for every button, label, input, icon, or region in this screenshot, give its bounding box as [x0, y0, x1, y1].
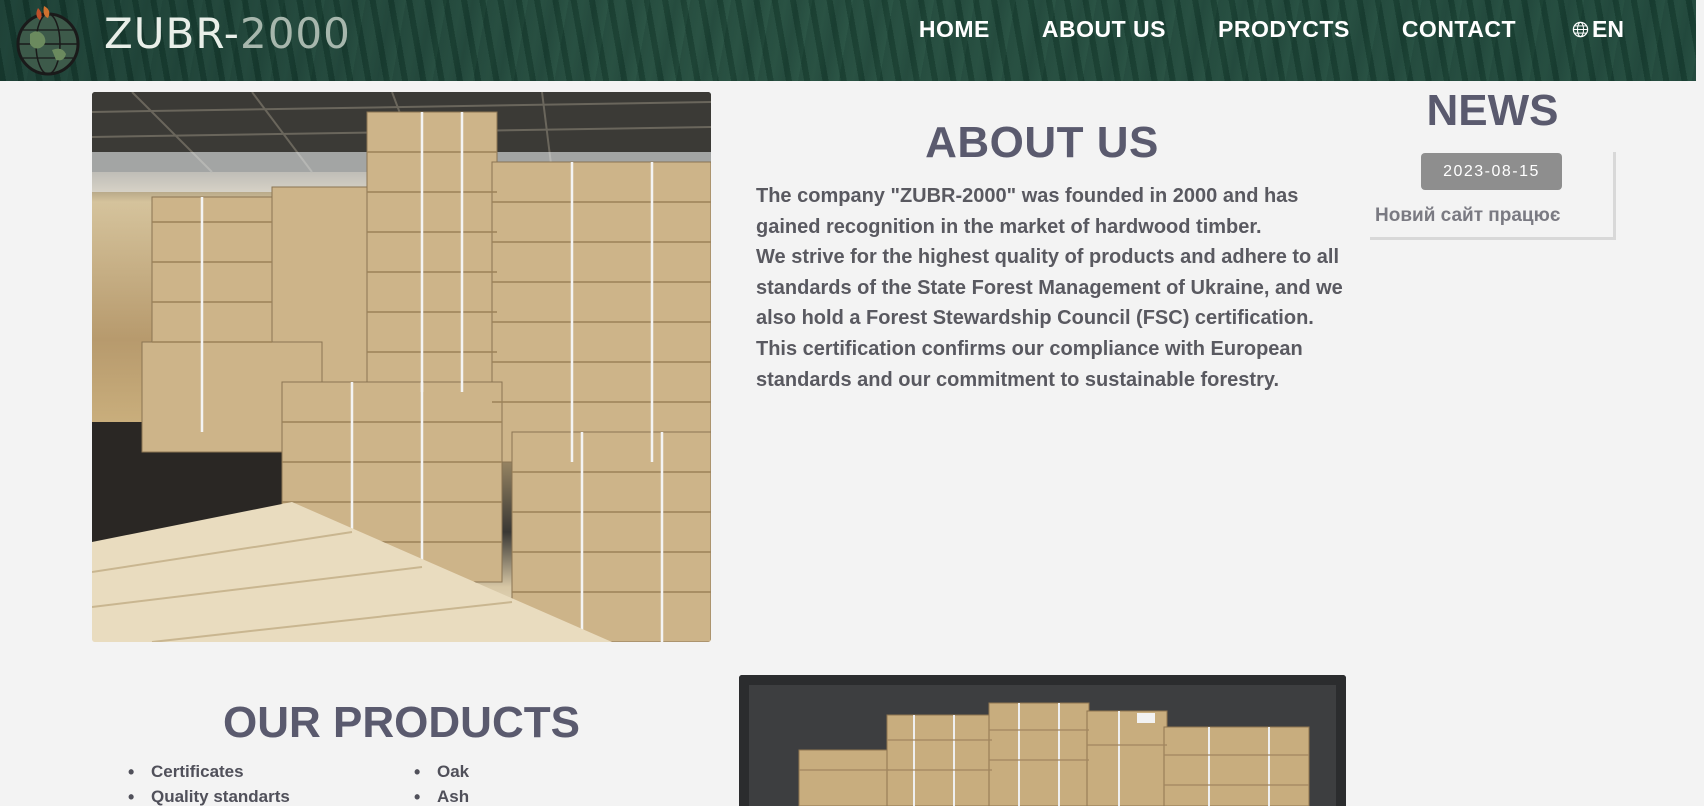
news-heading: NEWS: [1426, 86, 1559, 135]
list-item-oak[interactable]: Oak: [412, 761, 469, 786]
about-us-heading: ABOUT US: [925, 118, 1159, 167]
nav-products[interactable]: PRODYCTS: [1218, 16, 1350, 43]
news-item-text[interactable]: Новий сайт працює: [1375, 205, 1560, 227]
our-products-heading: OUR PRODUCTS: [223, 698, 580, 747]
container-illustration: [739, 675, 1346, 806]
list-item-certificates[interactable]: Certificates: [126, 761, 290, 786]
site-header: ZUBR-2000 HOME ABOUT US PRODYCTS CONTACT…: [0, 0, 1704, 81]
products-wood-list: Oak Ash: [412, 761, 469, 806]
container-loading-photo: [739, 675, 1346, 806]
warehouse-timber-photo: [92, 92, 711, 642]
news-date-badge: 2023-08-15: [1421, 153, 1562, 190]
about-paragraph: We strive for the highest quality of pro…: [756, 246, 1343, 330]
language-selector[interactable]: EN: [1572, 16, 1624, 43]
list-item-ash[interactable]: Ash: [412, 786, 469, 806]
products-info-list: Certificates Quality standarts: [126, 761, 290, 806]
nav-contact[interactable]: CONTACT: [1402, 16, 1516, 43]
globe-icon: [1572, 21, 1589, 37]
globe-logo-icon[interactable]: [8, 4, 88, 76]
brand-name[interactable]: ZUBR-2000: [104, 8, 351, 60]
brand-name-suffix: 2000: [239, 9, 351, 58]
brand-name-prefix: ZUBR-: [104, 9, 240, 58]
page-scrollbar[interactable]: [1696, 0, 1704, 806]
nav-home[interactable]: HOME: [919, 16, 990, 43]
about-paragraph: The company "ZUBR-2000" was founded in 2…: [756, 185, 1299, 238]
main-nav: HOME ABOUT US PRODYCTS CONTACT EN: [867, 0, 1624, 58]
list-item-quality-standarts[interactable]: Quality standarts: [126, 786, 290, 806]
about-paragraph: This certification confirms our complian…: [756, 337, 1303, 391]
nav-about-us[interactable]: ABOUT US: [1042, 16, 1166, 43]
warehouse-illustration: [92, 92, 711, 642]
about-us-text: The company "ZUBR-2000" was founded in 2…: [756, 181, 1346, 395]
language-label: EN: [1592, 15, 1624, 42]
